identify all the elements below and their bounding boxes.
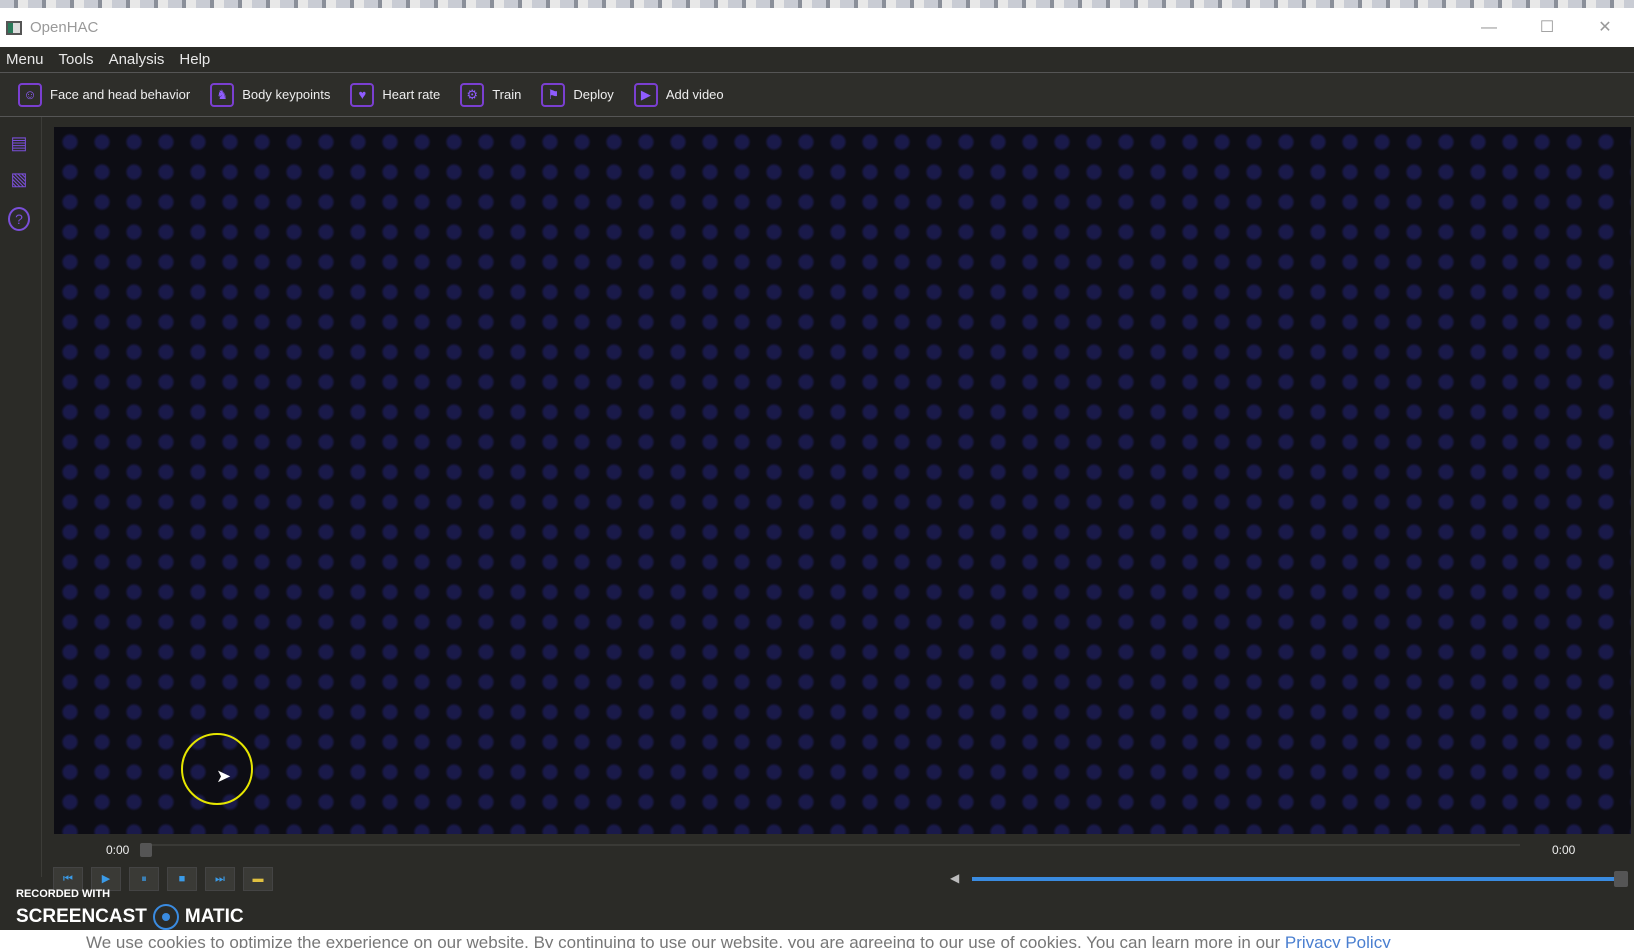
heart-icon: ♥: [350, 82, 375, 107]
menu-analysis[interactable]: Analysis: [109, 51, 165, 68]
button-label: Deploy: [573, 87, 614, 102]
help-icon[interactable]: ?: [8, 207, 30, 231]
face-head-behavior-button[interactable]: ☺ Face and head behavior: [18, 82, 191, 107]
cookie-banner: We use cookies to optimize the experienc…: [0, 930, 1634, 948]
cookie-text: We use cookies to optimize the experienc…: [86, 933, 1285, 948]
minimize-button[interactable]: —: [1460, 8, 1518, 47]
maximize-button[interactable]: ☐: [1518, 8, 1576, 47]
menu-tools[interactable]: Tools: [59, 51, 94, 68]
add-video-button[interactable]: ▶ Add video: [633, 82, 724, 107]
skip-forward-button[interactable]: ⏭: [205, 867, 235, 891]
current-time: 0:00: [106, 843, 130, 857]
watermark-text: MATIC: [184, 906, 244, 927]
total-time: 0:00: [1552, 843, 1576, 857]
pause-button[interactable]: ⏸: [129, 867, 159, 891]
watermark-recorded-with: RECORDED WITH: [16, 888, 111, 900]
menu-bar: Menu Tools Analysis Help: [0, 47, 1634, 73]
close-button[interactable]: ✕: [1576, 8, 1634, 47]
video-icon: ▶: [633, 82, 658, 107]
speaker-icon: ◀: [950, 871, 960, 885]
screencast-logo-icon: [152, 904, 179, 930]
button-label: Add video: [665, 87, 724, 102]
button-label: Heart rate: [382, 87, 441, 102]
button-label: Train: [492, 87, 522, 102]
app-icon: [6, 20, 22, 35]
seek-handle[interactable]: [140, 843, 152, 857]
taskbar-strip: [0, 0, 1634, 8]
title-bar: OpenHAC — ☐ ✕: [0, 8, 1634, 47]
export-icon[interactable]: ▧: [8, 169, 30, 193]
menu-help[interactable]: Help: [179, 51, 210, 68]
train-icon: ⚙: [460, 82, 485, 107]
volume-slider[interactable]: [972, 877, 1617, 881]
snapshot-button[interactable]: ▬: [243, 867, 273, 891]
train-button[interactable]: ⚙ Train: [460, 82, 522, 107]
toolbar: ☺ Face and head behavior ♞ Body keypoints …: [0, 73, 1634, 117]
runner-icon: ♞: [210, 82, 235, 107]
video-display[interactable]: [54, 127, 1631, 834]
left-sidebar: ▤ ▧ ?: [0, 117, 42, 877]
button-label: Body keypoints: [242, 87, 331, 102]
watermark-text: SCREENCAST: [16, 906, 147, 927]
heart-rate-button[interactable]: ♥ Heart rate: [350, 82, 441, 107]
deploy-icon: ⚑: [541, 82, 566, 107]
menu-menu[interactable]: Menu: [6, 51, 44, 68]
screencast-watermark: SCREENCAST MATIC: [16, 904, 244, 930]
stop-button[interactable]: ■: [167, 867, 197, 891]
window-title: OpenHAC: [30, 19, 99, 36]
face-icon: ☺: [18, 82, 42, 107]
document-icon[interactable]: ▤: [8, 133, 30, 157]
volume-handle[interactable]: [1614, 871, 1628, 887]
button-label: Face and head behavior: [50, 87, 191, 102]
body-keypoints-button[interactable]: ♞ Body keypoints: [210, 82, 331, 107]
seek-slider[interactable]: [140, 844, 1520, 846]
privacy-policy-link[interactable]: Privacy Policy: [1285, 933, 1391, 948]
deploy-button[interactable]: ⚑ Deploy: [541, 82, 614, 107]
mouse-cursor-icon: ➤: [216, 766, 232, 786]
